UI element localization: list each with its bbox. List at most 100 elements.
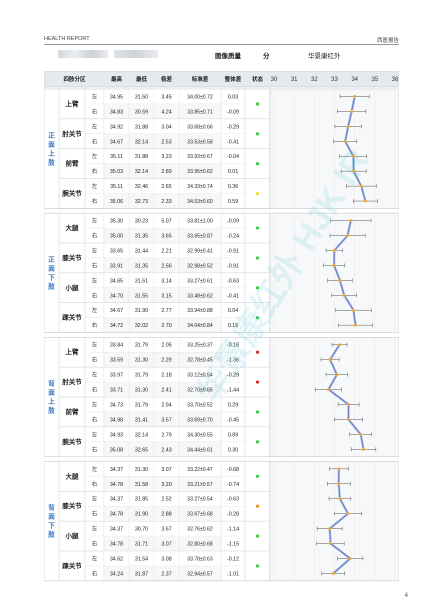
min-cell: 31.30 [135, 467, 148, 473]
min-cell: 31.79 [135, 373, 148, 379]
std-cell: 33.53±0.58 [187, 139, 213, 145]
min-cell: 30.23 [135, 219, 148, 225]
data-point [343, 139, 347, 143]
max-cell: 34.93 [110, 432, 123, 438]
data-point [326, 388, 330, 392]
redacted-field [58, 50, 108, 58]
side-label: 左 [92, 152, 98, 160]
diff-cell: -0.24 [227, 234, 239, 240]
range-cell: 3.67 [161, 527, 171, 533]
range-cell: 3.14 [161, 278, 171, 284]
range-cell: 2.79 [161, 432, 171, 438]
side-label: 右 [92, 137, 98, 145]
diff-cell: -0.63 [227, 497, 239, 503]
max-cell: 34.95 [110, 94, 123, 100]
std-cell: 32.99±0.41 [187, 248, 213, 254]
max-cell: 34.72 [110, 323, 123, 329]
data-point [332, 263, 336, 267]
range-cell: 2.21 [161, 248, 171, 254]
side-label: 右 [92, 356, 98, 364]
diff-cell: -1.01 [227, 571, 239, 577]
side-label: 左 [92, 341, 98, 349]
part-name: 腕关节 [61, 189, 82, 198]
diff-cell: -0.29 [227, 373, 239, 379]
side-label: 右 [92, 415, 98, 423]
diff-cell: -0.29 [227, 124, 239, 130]
min-cell: 32.73 [135, 199, 148, 205]
max-cell: 34.98 [110, 417, 123, 423]
part-name: 腕关节 [61, 437, 82, 446]
std-cell: 33.95±0.62 [187, 169, 213, 175]
side-label: 右 [92, 510, 98, 518]
brand-name: 华景康红外 [308, 53, 341, 60]
side-label: 右 [92, 321, 98, 329]
range-cell: 3.23 [161, 154, 171, 160]
std-cell: 34.00±0.72 [187, 94, 213, 100]
std-cell: 34.33±0.74 [187, 184, 213, 190]
group-label-char: 上 [48, 397, 55, 406]
data-point [351, 308, 355, 312]
data-point [362, 447, 366, 451]
range-cell: 3.45 [161, 94, 171, 100]
max-cell: 35.11 [110, 184, 123, 190]
data-point [338, 343, 342, 347]
range-cell: 2.94 [161, 402, 171, 408]
std-cell: 33.70±0.52 [187, 402, 213, 408]
group-label-char: 背 [48, 503, 55, 512]
max-cell: 34.67 [110, 139, 123, 145]
group-label-char: 面 [48, 264, 55, 272]
part-name: 膝关节 [62, 253, 82, 262]
side-label: 右 [92, 291, 98, 299]
range-cell: 2.89 [161, 169, 171, 175]
max-cell: 34.70 [110, 293, 123, 299]
std-cell: 33.12±0.54 [187, 373, 213, 379]
range-cell: 3.04 [161, 124, 171, 130]
data-point [337, 467, 341, 471]
std-cell: 33.21±0.57 [187, 482, 213, 488]
diff-cell: 0.59 [228, 199, 238, 205]
side-label: 左 [92, 217, 98, 225]
column-header: 四肢分区 [63, 75, 86, 83]
side-label: 右 [92, 261, 98, 269]
group-label-char: 下 [48, 522, 55, 530]
max-cell: 35.03 [110, 169, 123, 175]
std-cell: 33.27±0.54 [187, 497, 213, 503]
status-dot [255, 410, 260, 414]
max-cell: 34.78 [110, 482, 123, 488]
data-point [348, 556, 352, 560]
diff-cell: -0.45 [227, 417, 239, 423]
report-dept: 西医报告 [376, 38, 399, 44]
data-point [331, 571, 335, 575]
table-svg: 四肢分区 最高 最低 极差 标准差 整体差 状态 30 31 32 33 34 35 36正面上肢上臂左 3… [43, 70, 400, 582]
data-point [359, 432, 363, 436]
part-name: 小腿 [65, 283, 80, 292]
status-dot [255, 380, 260, 384]
part-name: 大腿 [66, 471, 80, 480]
std-cell: 33.65±0.87 [187, 234, 213, 240]
side-label: 左 [92, 554, 98, 562]
status-dot [255, 102, 260, 106]
data-point [351, 154, 355, 158]
diff-cell: -1.14 [227, 527, 239, 533]
max-cell: 33.97 [110, 373, 123, 379]
report-header: HEALTH REPORT 西医报告 [44, 35, 399, 45]
range-cell: 2.33 [161, 199, 171, 205]
data-point [337, 482, 341, 486]
data-point [352, 169, 356, 173]
data-point [350, 109, 354, 113]
max-cell: 34.24 [110, 571, 123, 577]
status-dot [255, 256, 260, 260]
column-header: 标准差 [191, 75, 209, 83]
min-cell: 31.55 [135, 293, 148, 299]
status-dot [255, 474, 260, 478]
side-label: 左 [92, 122, 98, 130]
range-cell: 3.07 [161, 542, 171, 548]
max-cell: 35.00 [110, 234, 123, 240]
std-cell: 33.67±0.68 [187, 512, 213, 518]
min-cell: 31.30 [135, 388, 148, 394]
min-cell: 31.50 [135, 94, 148, 100]
diff-cell: -0.12 [227, 556, 239, 562]
group-label-char: 背 [48, 379, 55, 388]
max-cell: 33.59 [110, 358, 123, 364]
diff-cell: -0.09 [227, 109, 239, 115]
